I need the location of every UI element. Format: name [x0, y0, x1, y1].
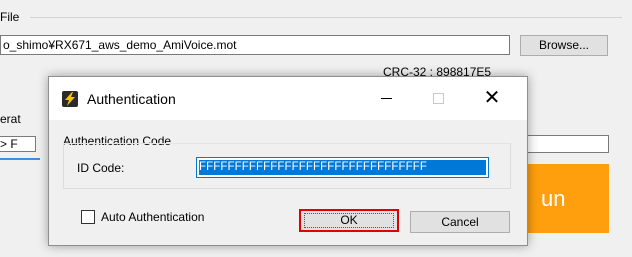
lightning-app-icon — [62, 91, 78, 107]
run-button[interactable]: un — [525, 164, 609, 233]
auto-authentication-label[interactable]: Auto Authentication — [101, 210, 204, 224]
maximize-icon — [432, 93, 444, 105]
id-code-input[interactable]: FFFFFFFFFFFFFFFFFFFFFFFFFFFFFFFF — [196, 157, 489, 178]
minimize-icon — [380, 98, 392, 100]
ok-button[interactable]: OK — [299, 209, 399, 232]
dialog-title: Authentication — [87, 91, 176, 107]
maximize-button[interactable] — [415, 77, 461, 120]
file-section-label: File — [0, 10, 20, 24]
id-code-selected-text: FFFFFFFFFFFFFFFFFFFFFFFFFFFFFFFF — [199, 160, 486, 175]
close-icon: ✕ — [483, 87, 501, 109]
progress-accent-line — [0, 158, 40, 160]
auto-authentication-checkbox[interactable] — [81, 210, 95, 224]
file-group-divider — [30, 17, 622, 18]
close-button[interactable]: ✕ — [469, 77, 515, 120]
operation-field[interactable]: > F — [0, 136, 36, 152]
dialog-titlebar[interactable]: Authentication ✕ — [49, 77, 527, 120]
minimize-button[interactable] — [363, 77, 409, 120]
ok-focus-ring — [304, 213, 394, 228]
file-path-input[interactable]: o_shimo¥RX671_aws_demo_AmiVoice.mot — [0, 35, 510, 55]
cancel-button[interactable]: Cancel — [410, 211, 510, 233]
browse-button[interactable]: Browse... — [520, 35, 608, 56]
authentication-dialog: Authentication ✕ Authentication Code ID … — [48, 76, 528, 246]
operation-section-label: erat — [0, 112, 21, 126]
id-code-label: ID Code: — [77, 161, 125, 175]
status-field — [525, 135, 609, 153]
